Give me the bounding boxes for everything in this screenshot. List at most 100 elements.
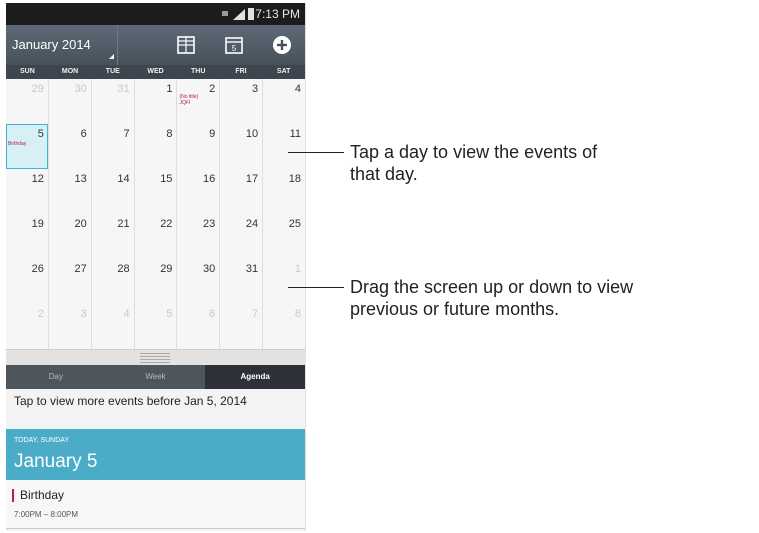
event-title: Birthday [20,488,65,502]
day-cell[interactable]: 26 [6,259,49,304]
day-number: 5 [166,308,173,320]
day-number: 18 [288,173,302,185]
agenda-event[interactable]: Birthday 7:00PM – 8:00PM [6,480,305,529]
day-cell[interactable]: 12 [6,169,49,214]
week-row: 2 3 4 5 6 7 8 [6,304,305,350]
day-number: 4 [294,83,302,95]
day-cell[interactable]: 4 [91,304,135,349]
day-number: 22 [160,218,173,230]
week-row: 29 30 31 1 2 (No title) JQFI 3 4 [6,79,305,125]
day-number: 3 [80,308,87,320]
day-cell[interactable]: 30 [48,79,92,124]
more-events-link[interactable]: Tap to view more events before Jan 5, 20… [14,393,299,409]
day-cell[interactable]: 15 [134,169,178,214]
phone-screen: 7:13 PM January 2014 5 SUN MON TUE WED T… [6,3,306,531]
day-number: 4 [123,308,130,320]
calendar-view-icon[interactable] [176,35,196,55]
day-banner: TODAY, SUNDAY January 5 [6,429,305,480]
day-number: 13 [74,173,87,185]
callout-line-1: Tap a day to view the events of [350,142,598,162]
day-subtitle: TODAY, SUNDAY [14,437,70,444]
callout-text: Drag the screen up or down to view previ… [350,276,633,320]
svg-text:5: 5 [232,44,237,53]
day-cell-selected[interactable]: 5 Birthday [6,124,49,169]
day-cell[interactable]: 6 [48,124,92,169]
day-cell[interactable]: 2 (No title) JQFI [177,79,221,124]
tab-week[interactable]: Week [106,365,206,389]
day-cell[interactable]: 5 [134,304,178,349]
day-number: 3 [252,83,259,95]
day-number: 15 [160,173,173,185]
day-cell[interactable]: 22 [134,214,178,259]
day-number: 30 [203,263,216,275]
month-grid: 29 30 31 1 2 (No title) JQFI 3 4 5 Birth… [6,79,305,351]
day-number: 16 [203,173,216,185]
day-cell[interactable]: 29 [134,259,178,304]
today-icon[interactable]: 5 [224,35,244,55]
day-cell[interactable]: 31 [220,259,264,304]
drawer-bar[interactable] [6,349,305,366]
day-cell[interactable]: 7 [220,304,264,349]
day-cell[interactable]: 1 [134,79,178,124]
callout-line [288,287,344,288]
day-number: 30 [74,83,87,95]
day-number: 7 [123,128,130,140]
view-tabs: Day Week Agenda [6,365,305,389]
day-number: 29 [160,263,173,275]
day-number: 17 [245,173,259,185]
day-cell[interactable]: 10 [220,124,264,169]
day-number: 21 [117,218,130,230]
day-number: 19 [31,218,44,230]
day-cell[interactable]: 16 [177,169,221,214]
day-cell[interactable]: 8 [134,124,178,169]
day-cell[interactable]: 29 [6,79,49,124]
day-cell[interactable]: 24 [220,214,264,259]
day-number: 11 [289,128,302,140]
add-event-icon[interactable] [272,35,292,55]
day-cell[interactable]: 6 [177,304,221,349]
day-cell[interactable]: 25 [263,214,305,259]
day-cell[interactable]: 21 [91,214,135,259]
day-number: 31 [117,83,130,95]
day-number: 10 [245,128,259,140]
week-row: 26 27 28 29 30 31 1 [6,259,305,305]
day-cell[interactable]: 2 [6,304,49,349]
battery-icon [248,8,254,20]
month-label: January 2014 [12,37,91,52]
weekday-label: SUN [19,68,35,75]
drag-handle-icon[interactable] [140,353,170,363]
tab-day[interactable]: Day [6,365,106,389]
day-cell[interactable]: 7 [91,124,135,169]
day-cell[interactable]: 17 [220,169,264,214]
week-row: 19 20 21 22 23 24 25 [6,214,305,260]
day-cell[interactable]: 20 [48,214,92,259]
callout-text: Tap a day to view the events of that day… [350,141,597,185]
callout-line-1: Drag the screen up or down to view [350,277,634,297]
day-cell[interactable]: 13 [48,169,92,214]
day-number: 1 [166,83,173,95]
month-selector[interactable]: January 2014 [6,25,118,65]
day-cell[interactable]: 23 [177,214,221,259]
day-cell[interactable]: 31 [91,79,135,124]
callout-line-2: that day. [350,164,418,184]
event-color-bar [12,489,14,502]
weekday-label: TUE [105,68,120,75]
day-cell[interactable]: 18 [263,169,305,214]
tab-agenda[interactable]: Agenda [205,365,305,389]
day-number: 25 [288,218,302,230]
day-cell[interactable]: 9 [177,124,221,169]
weekday-header: SUN MON TUE WED THU FRI SAT [6,65,305,79]
day-cell[interactable]: 19 [6,214,49,259]
day-cell[interactable]: 1 [263,259,305,304]
day-cell[interactable]: 8 [263,304,305,349]
day-cell[interactable]: 14 [91,169,135,214]
day-cell[interactable]: 30 [177,259,221,304]
day-cell[interactable]: 27 [48,259,92,304]
day-cell[interactable]: 4 [263,79,305,124]
day-cell[interactable]: 3 [220,79,264,124]
weekday-label: SAT [276,68,291,75]
day-number: 24 [245,218,259,230]
day-cell[interactable]: 28 [91,259,135,304]
day-cell[interactable]: 11 [263,124,305,169]
day-cell[interactable]: 3 [48,304,92,349]
